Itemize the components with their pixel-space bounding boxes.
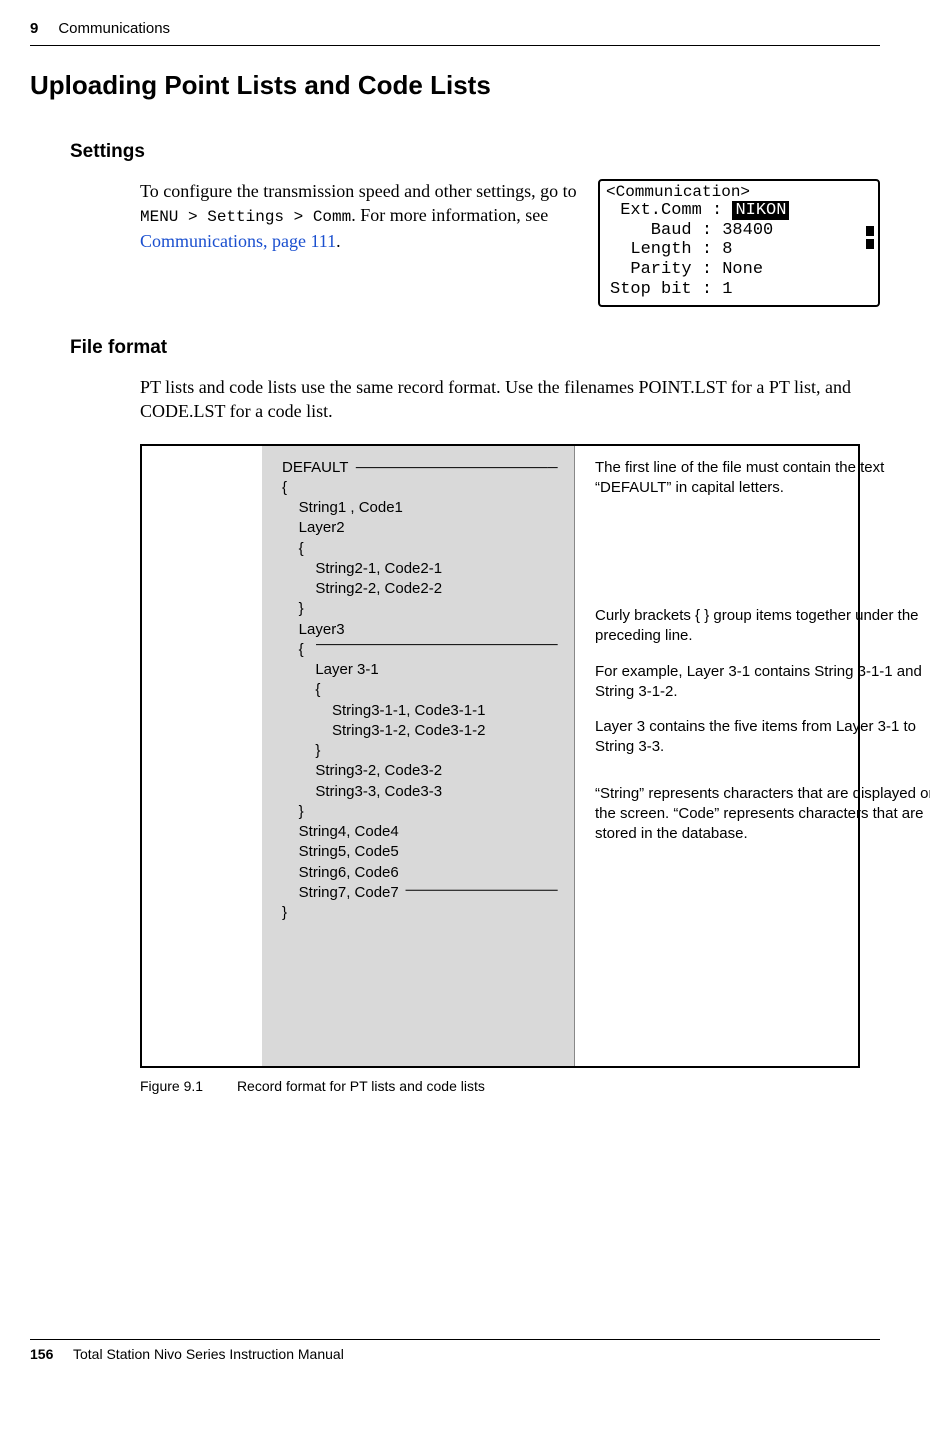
text: . For more information, see bbox=[351, 205, 548, 225]
figure-number: Figure 9.1 bbox=[140, 1078, 203, 1094]
book-title: Total Station Nivo Series Instruction Ma… bbox=[73, 1346, 344, 1362]
xref-link[interactable]: Communications, page 111 bbox=[140, 231, 336, 251]
chapter-title: Communications bbox=[58, 20, 170, 37]
annotation: Curly brackets { } group items together … bbox=[595, 606, 930, 647]
annotation: For example, Layer 3-1 contains String 3… bbox=[595, 662, 930, 703]
figure-frame: DEFAULT { String1 , Code1 Layer2 { Strin… bbox=[140, 444, 860, 1068]
lcd-row: Baud : 38400 bbox=[604, 221, 874, 241]
chapter-number: 9 bbox=[30, 20, 38, 37]
page-title: Uploading Point Lists and Code Lists bbox=[30, 70, 880, 101]
lcd-screenshot: <Communication> Ext.Comm : NIKON Baud : … bbox=[598, 179, 880, 307]
file-format-paragraph: PT lists and code lists use the same rec… bbox=[140, 375, 860, 424]
figure-caption: Figure 9.1 Record format for PT lists an… bbox=[140, 1078, 860, 1094]
annotation: “String” represents characters that are … bbox=[595, 784, 930, 845]
lcd-value-selected: NIKON bbox=[732, 201, 789, 220]
settings-heading: Settings bbox=[70, 141, 880, 163]
lcd-row: Length : 8 bbox=[604, 240, 874, 260]
page-footer: 156 Total Station Nivo Series Instructio… bbox=[30, 1339, 880, 1362]
code-listing: DEFAULT { String1 , Code1 Layer2 { Strin… bbox=[262, 446, 575, 1066]
settings-paragraph: To configure the transmission speed and … bbox=[140, 179, 578, 253]
header-rule bbox=[30, 45, 880, 46]
battery-icon bbox=[866, 226, 874, 249]
page-header: 9 Communications bbox=[30, 20, 880, 37]
lcd-label: Ext.Comm : bbox=[620, 201, 722, 220]
file-format-heading: File format bbox=[70, 337, 880, 359]
lcd-title: <Communication> bbox=[606, 183, 874, 201]
lcd-row: Stop bit : 1 bbox=[604, 280, 874, 300]
lcd-row: Ext.Comm : NIKON bbox=[604, 201, 874, 221]
lcd-row: Parity : None bbox=[604, 260, 874, 280]
page-number: 156 bbox=[30, 1346, 53, 1362]
text: To configure the transmission speed and … bbox=[140, 181, 577, 201]
figure-caption-text: Record format for PT lists and code list… bbox=[237, 1078, 485, 1094]
menu-path: MENU > Settings > Comm bbox=[140, 208, 351, 226]
annotation: The first line of the file must contain … bbox=[595, 458, 930, 499]
text: . bbox=[336, 231, 341, 251]
annotation: Layer 3 contains the five items from Lay… bbox=[595, 717, 930, 758]
